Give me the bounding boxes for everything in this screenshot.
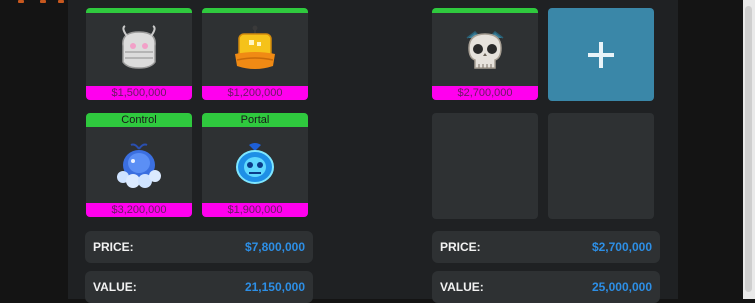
left-price-row: PRICE: $7,800,000 [85,231,313,263]
plus-icon [588,41,614,68]
decor-dot [58,0,64,3]
price-tag: $1,500,000 [86,86,192,100]
value-label: VALUE: [93,280,137,294]
price-tag: $3,200,000 [86,203,192,217]
category-tag [86,8,192,13]
price-tag: $1,900,000 [202,203,308,217]
category-tag: Control [86,113,192,127]
empty-item-slot[interactable] [548,113,654,219]
skull-fruit-icon [466,31,504,69]
trade-item-card[interactable]: $1,500,000 [86,8,192,100]
price-label: PRICE: [93,240,134,254]
right-price-row: PRICE: $2,700,000 [432,231,660,263]
value-label: VALUE: [440,280,484,294]
add-item-button[interactable] [548,8,654,101]
trade-item-card[interactable]: $1,200,000 [202,8,308,100]
trade-item-card[interactable]: Control $3,200,000 [86,113,192,217]
category-tag [202,8,308,13]
price-label: PRICE: [440,240,481,254]
portal-fruit-icon [236,143,274,184]
price-value: $7,800,000 [244,240,305,254]
page-scrollbar[interactable] [743,0,755,299]
trade-item-card[interactable]: Portal $1,900,000 [202,113,308,217]
left-value-row: VALUE: 21,150,000 [85,271,313,303]
price-tag: $2,700,000 [432,86,538,100]
price-value: $2,700,000 [591,240,652,254]
category-tag: Portal [202,113,308,127]
gold-block-fruit-icon [235,25,275,69]
top-strip [0,0,70,5]
trade-item-card[interactable]: $2,700,000 [432,8,538,100]
empty-item-slot[interactable] [432,113,538,219]
ghost-fruit-icon [122,25,156,69]
decor-dot [40,0,46,3]
scrollbar-thumb[interactable] [745,6,752,292]
control-fruit-icon [117,143,161,188]
category-tag [432,8,538,13]
left-gutter [0,0,68,299]
decor-dot [18,0,24,3]
value-value: 21,150,000 [244,280,305,294]
right-value-row: VALUE: 25,000,000 [432,271,660,303]
value-value: 25,000,000 [591,280,652,294]
price-tag: $1,200,000 [202,86,308,100]
